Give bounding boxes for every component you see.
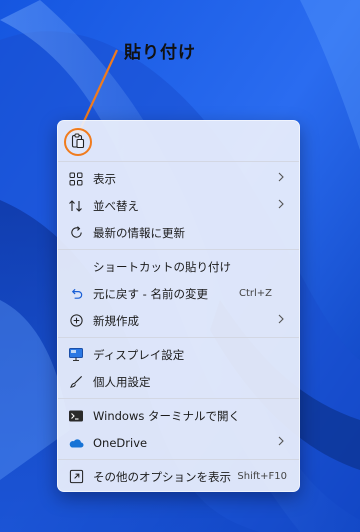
chevron-right-icon	[277, 198, 285, 210]
menu-item-label: 新規作成	[93, 313, 139, 328]
menu-item-show-more-options[interactable]: その他のオプションを表示 Shift+F10	[58, 463, 299, 490]
display-icon	[68, 347, 84, 363]
menu-item-personalize[interactable]: 個人用設定	[58, 368, 299, 395]
chevron-right-icon	[277, 435, 285, 447]
onedrive-cloud-icon	[68, 435, 84, 451]
menu-item-label: 並べ替え	[93, 198, 139, 213]
menu-item-label: OneDrive	[93, 435, 148, 450]
personalize-brush-icon	[68, 374, 84, 390]
menu-item-label: その他のオプションを表示	[93, 469, 231, 484]
menu-item-display-settings[interactable]: ディスプレイ設定	[58, 341, 299, 368]
menu-item-undo-rename[interactable]: 元に戻す - 名前の変更 Ctrl+Z	[58, 280, 299, 307]
menu-item-label: 表示	[93, 171, 116, 186]
view-grid-icon	[68, 171, 84, 187]
paste-highlight-circle	[64, 128, 92, 156]
menu-item-paste-shortcut[interactable]: ショートカットの貼り付け	[58, 253, 299, 280]
menu-item-label: 元に戻す - 名前の変更	[93, 286, 208, 301]
quick-actions-bar	[58, 121, 299, 161]
menu-section-view: 表示 並べ替え 最新の情報に更新	[58, 162, 299, 249]
menu-item-refresh[interactable]: 最新の情報に更新	[58, 219, 299, 246]
menu-item-sort[interactable]: 並べ替え	[58, 192, 299, 219]
menu-item-onedrive[interactable]: OneDrive	[58, 429, 299, 456]
menu-item-label: 最新の情報に更新	[93, 225, 185, 240]
sort-icon	[68, 198, 84, 214]
more-options-icon	[68, 469, 84, 485]
annotation-label: 貼り付け	[124, 43, 196, 63]
chevron-right-icon	[277, 313, 285, 325]
menu-item-view[interactable]: 表示	[58, 165, 299, 192]
undo-icon	[68, 286, 84, 302]
menu-item-label: ディスプレイ設定	[93, 347, 185, 362]
chevron-right-icon	[277, 171, 285, 183]
menu-section-more: その他のオプションを表示 Shift+F10	[58, 460, 299, 493]
context-menu: 表示 並べ替え 最新の情報に更新 ショートカットの貼り付け 元に戻す - 名前の…	[57, 120, 300, 492]
menu-item-label: 個人用設定	[93, 374, 151, 389]
shortcut-text: Ctrl+Z	[238, 288, 272, 299]
refresh-icon	[68, 225, 84, 241]
menu-section-apps: Windows ターミナルで開く OneDrive	[58, 399, 299, 459]
menu-section-edit: ショートカットの貼り付け 元に戻す - 名前の変更 Ctrl+Z 新規作成	[58, 250, 299, 337]
new-icon	[68, 313, 84, 329]
terminal-icon	[68, 408, 84, 424]
menu-item-new[interactable]: 新規作成	[58, 307, 299, 334]
menu-item-label: ショートカットの貼り付け	[93, 259, 231, 274]
menu-item-label: Windows ターミナルで開く	[93, 408, 240, 423]
menu-section-settings: ディスプレイ設定 個人用設定	[58, 338, 299, 398]
menu-item-windows-terminal[interactable]: Windows ターミナルで開く	[58, 402, 299, 429]
shortcut-text: Shift+F10	[237, 471, 287, 482]
